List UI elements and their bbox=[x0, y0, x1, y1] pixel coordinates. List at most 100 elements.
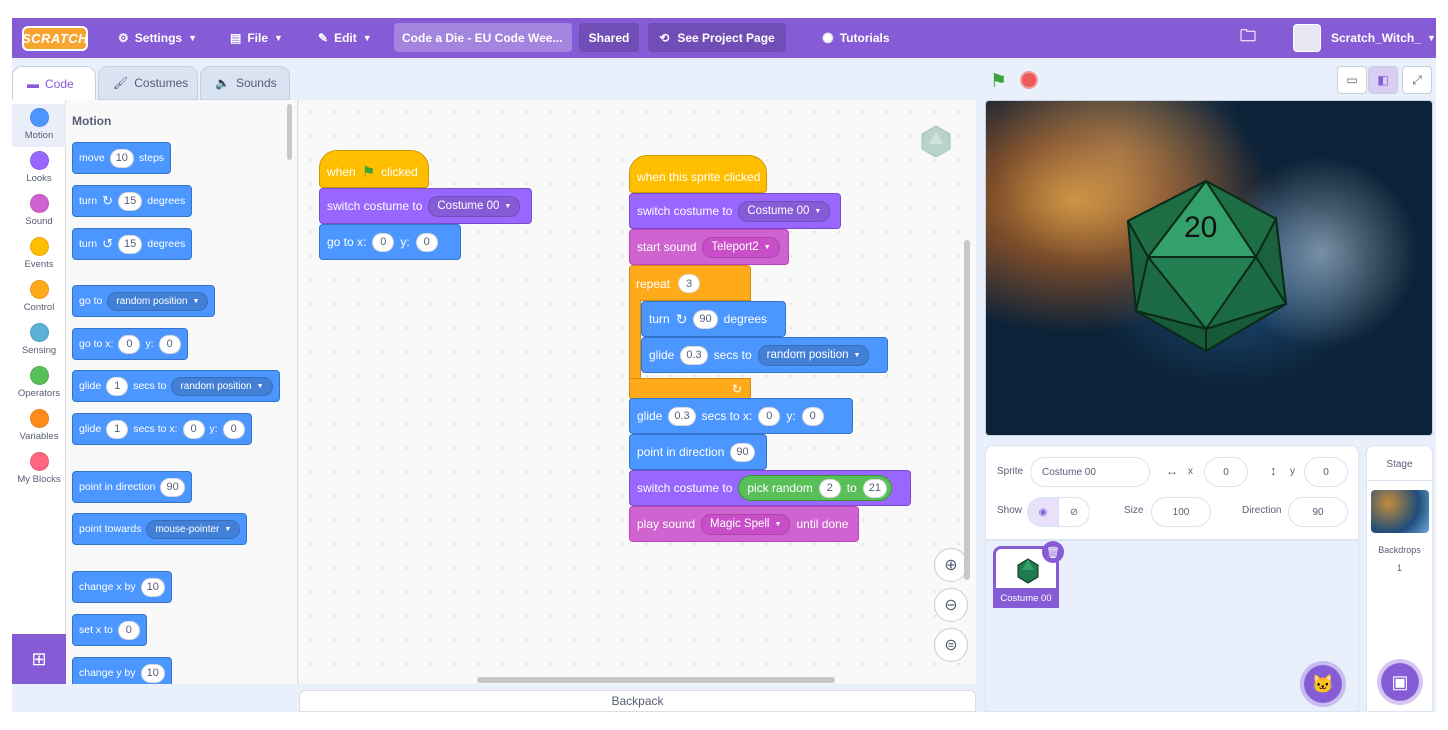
see-project-page-button[interactable]: ⟲ See Project Page bbox=[648, 23, 786, 52]
block-dropdown[interactable]: Teleport2 ▼ bbox=[702, 236, 780, 258]
choose-sprite-button[interactable]: 🐱 bbox=[1300, 661, 1346, 707]
palette-block-goto[interactable]: go to random position ▼ bbox=[72, 285, 216, 317]
edit-menu[interactable]: ✎ Edit ▼ bbox=[318, 18, 372, 58]
palette-block-point-direction[interactable]: point in direction 90 bbox=[72, 471, 192, 503]
palette-block-goto-xy[interactable]: go to x: 0 y: 0 bbox=[72, 328, 188, 360]
category-variables[interactable]: Variables bbox=[12, 405, 66, 448]
category-events[interactable]: Events bbox=[12, 233, 66, 276]
palette-scrollbar[interactable] bbox=[287, 104, 292, 160]
large-stage-button[interactable]: ◧ bbox=[1368, 66, 1398, 94]
block-dropdown[interactable]: random position ▼ bbox=[171, 376, 273, 396]
account-menu[interactable]: Scratch_Witch_ ▼ bbox=[1293, 18, 1436, 58]
category-motion[interactable]: Motion bbox=[12, 104, 66, 147]
block-when-sprite-clicked[interactable]: when this sprite clicked bbox=[629, 155, 767, 193]
block-input[interactable]: 10 bbox=[140, 663, 165, 683]
block-input[interactable]: 1 bbox=[106, 376, 129, 396]
scratch-logo[interactable]: SCRATCH bbox=[22, 26, 88, 51]
green-flag-button[interactable]: ⚑ bbox=[990, 70, 1007, 93]
shared-button[interactable]: Shared bbox=[579, 23, 639, 52]
palette-block-glide-xy[interactable]: glide 1 secs to x: 0 y: 0 bbox=[72, 413, 252, 445]
block-switch-costume[interactable]: switch costume to Costume 00 ▼ bbox=[629, 193, 841, 229]
block-glide-to[interactable]: glide 0.3 secs to random position ▼ bbox=[641, 337, 888, 373]
block-input[interactable]: 15 bbox=[118, 191, 143, 211]
block-input[interactable]: 21 bbox=[862, 478, 888, 498]
category-my-blocks[interactable]: My Blocks bbox=[12, 448, 66, 491]
block-input[interactable]: 15 bbox=[118, 234, 143, 254]
palette-block-turn-left[interactable]: turn ↺ 15 degrees bbox=[72, 228, 193, 260]
category-looks[interactable]: Looks bbox=[12, 147, 66, 190]
show-visible-button[interactable]: ◉ bbox=[1027, 497, 1059, 527]
block-input[interactable]: 90 bbox=[693, 309, 718, 329]
block-input[interactable]: 90 bbox=[160, 477, 185, 497]
zoom-in-button[interactable]: ⊕ bbox=[934, 548, 968, 582]
block-when-flag-clicked[interactable]: when ⚑ clicked bbox=[319, 150, 429, 188]
fullscreen-button[interactable]: ⤢ bbox=[1402, 66, 1432, 94]
block-dropdown[interactable]: random position ▼ bbox=[107, 291, 209, 311]
stop-button[interactable] bbox=[1020, 71, 1038, 89]
category-operators[interactable]: Operators bbox=[12, 362, 66, 405]
block-input[interactable]: 0 bbox=[415, 232, 438, 252]
palette-block-point-towards[interactable]: point towards mouse-pointer ▼ bbox=[72, 513, 248, 545]
block-input[interactable]: 10 bbox=[140, 577, 165, 597]
block-input[interactable]: 0 bbox=[118, 334, 141, 354]
tab-sounds[interactable]: 🔈 Sounds bbox=[200, 66, 290, 100]
block-dropdown[interactable]: Costume 00 ▼ bbox=[428, 195, 521, 217]
settings-menu[interactable]: ⚙ Settings ▼ bbox=[118, 18, 197, 58]
category-sound[interactable]: Sound bbox=[12, 190, 66, 233]
file-menu[interactable]: ▤ File ▼ bbox=[230, 18, 283, 58]
choose-backdrop-button[interactable]: ▣ bbox=[1377, 659, 1423, 705]
stage-canvas[interactable]: 20 bbox=[985, 100, 1433, 436]
direction-input[interactable]: 90 bbox=[1288, 497, 1348, 527]
zoom-out-button[interactable]: ⊖ bbox=[934, 588, 968, 622]
block-goto-xy[interactable]: go to x: 0 y: 0 bbox=[319, 224, 461, 260]
palette-block-move[interactable]: move 10 steps bbox=[72, 142, 172, 174]
palette-block-set-x[interactable]: set x to 0 bbox=[72, 614, 147, 646]
block-input[interactable]: 3 bbox=[678, 274, 701, 293]
small-stage-button[interactable]: ▭ bbox=[1337, 66, 1367, 94]
block-dropdown[interactable]: Costume 00 ▼ bbox=[738, 200, 831, 222]
palette-block-change-x[interactable]: change x by 10 bbox=[72, 571, 172, 603]
category-control[interactable]: Control bbox=[12, 276, 66, 319]
block-switch-costume-random[interactable]: switch costume to pick random 2 to 21 bbox=[629, 470, 911, 506]
block-dropdown[interactable]: Magic Spell ▼ bbox=[701, 513, 791, 535]
script-workspace[interactable]: when ⚑ clicked switch costume to Costume… bbox=[299, 100, 976, 684]
block-play-sound-until-done[interactable]: play sound Magic Spell ▼ until done bbox=[629, 506, 859, 542]
block-input[interactable]: 0 bbox=[182, 419, 205, 439]
category-sensing[interactable]: Sensing bbox=[12, 319, 66, 362]
block-input[interactable]: 0 bbox=[222, 419, 245, 439]
palette-block-turn-right[interactable]: turn ↻ 15 degrees bbox=[72, 185, 193, 217]
block-input[interactable]: 0.3 bbox=[680, 345, 708, 365]
block-dropdown[interactable]: random position ▼ bbox=[757, 344, 870, 366]
size-input[interactable]: 100 bbox=[1151, 497, 1211, 527]
block-start-sound[interactable]: start sound Teleport2 ▼ bbox=[629, 229, 789, 265]
show-hidden-button[interactable]: ⊘ bbox=[1058, 497, 1090, 527]
block-input[interactable]: 1 bbox=[106, 419, 129, 439]
backdrop-thumbnail[interactable] bbox=[1371, 490, 1429, 533]
block-switch-costume[interactable]: switch costume to Costume 00 ▼ bbox=[319, 188, 532, 224]
block-input[interactable]: 90 bbox=[730, 442, 755, 462]
tab-code[interactable]: ▬ Code bbox=[12, 66, 96, 101]
add-extension-button[interactable]: ⊞ bbox=[12, 634, 66, 684]
backpack[interactable]: Backpack bbox=[299, 690, 976, 712]
block-pick-random[interactable]: pick random 2 to 21 bbox=[738, 475, 893, 501]
zoom-reset-button[interactable]: ⊜ bbox=[934, 628, 968, 662]
block-input[interactable]: 2 bbox=[818, 478, 841, 498]
block-input[interactable]: 0.3 bbox=[668, 406, 696, 426]
project-title-input[interactable]: Code a Die - EU Code Wee... bbox=[394, 23, 572, 52]
palette-block-change-y[interactable]: change y by 10 bbox=[72, 657, 172, 684]
workspace-horizontal-scrollbar[interactable] bbox=[477, 677, 835, 683]
block-dropdown[interactable]: mouse-pointer ▼ bbox=[146, 519, 241, 539]
delete-sprite-button[interactable]: 🗑 bbox=[1042, 541, 1064, 563]
x-input[interactable]: 0 bbox=[1204, 457, 1248, 487]
block-turn-right[interactable]: turn ↻ 90 degrees bbox=[641, 301, 786, 337]
sprite-name-input[interactable]: Costume 00 bbox=[1030, 457, 1150, 487]
tab-costumes[interactable]: 🖌 Costumes bbox=[98, 66, 198, 100]
block-input[interactable]: 0 bbox=[758, 406, 781, 426]
block-input[interactable]: 0 bbox=[372, 232, 395, 252]
my-stuff-folder-icon[interactable]: 🗀 bbox=[1240, 18, 1256, 58]
palette-block-glide-to[interactable]: glide 1 secs to random position ▼ bbox=[72, 370, 280, 402]
block-point-direction[interactable]: point in direction 90 bbox=[629, 434, 767, 470]
block-input[interactable]: 0 bbox=[158, 334, 181, 354]
y-input[interactable]: 0 bbox=[1304, 457, 1348, 487]
tutorials-button[interactable]: ✺ Tutorials bbox=[822, 18, 890, 58]
